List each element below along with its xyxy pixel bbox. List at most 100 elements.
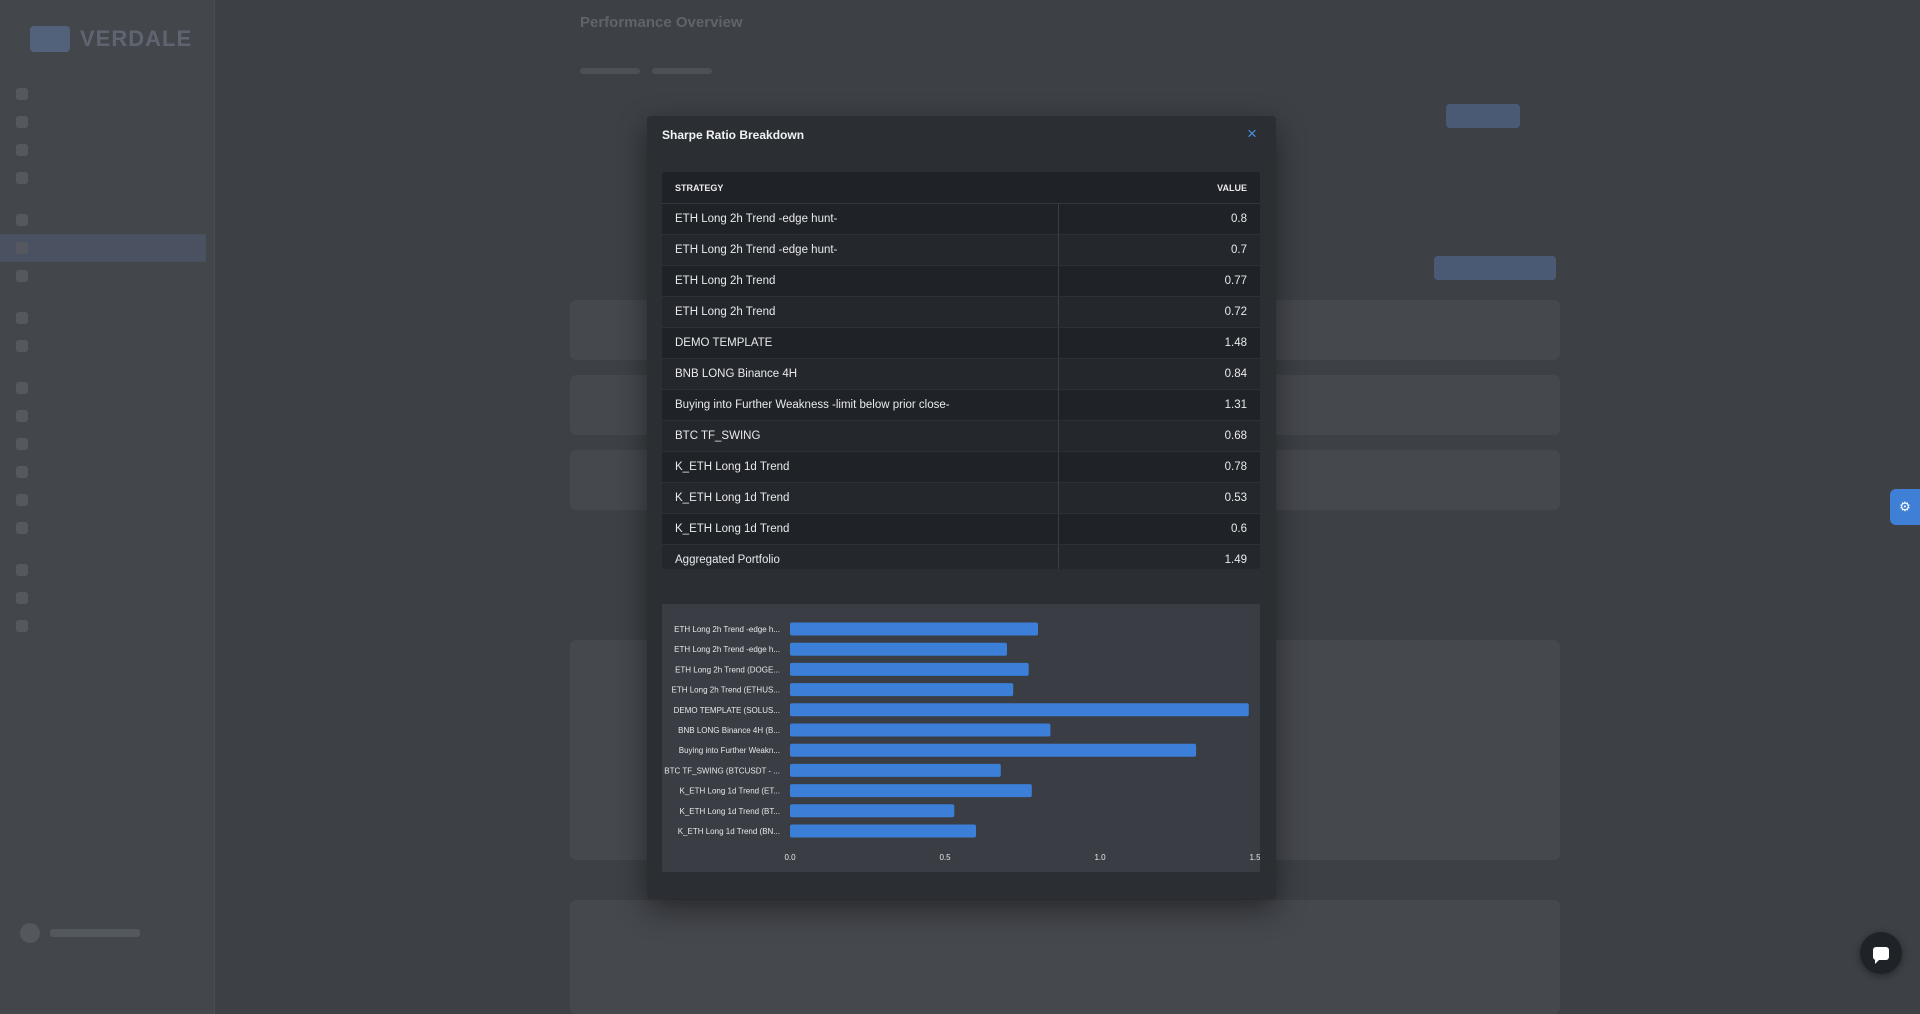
bar-category-label: ETH Long 2h Trend -edge h...	[674, 625, 780, 634]
table-row: Aggregated Portfolio 1.49	[662, 544, 1260, 569]
value-cell: 0.78	[1058, 451, 1260, 483]
bar[interactable]	[790, 804, 955, 818]
bg-button[interactable]	[1434, 256, 1556, 280]
sidebar-item[interactable]	[16, 486, 206, 514]
sharpe-table: STRATEGY VALUE ETH Long 2h Trend -edge h…	[662, 172, 1260, 569]
column-header-value[interactable]: VALUE	[1058, 172, 1260, 204]
sidebar-item[interactable]	[16, 332, 206, 360]
x-tick-label: 0.0	[784, 853, 796, 862]
bar-category-label: K_ETH Long 1d Trend (ET...	[680, 787, 781, 796]
sidebar-item[interactable]	[16, 80, 206, 108]
strategy-cell: ETH Long 2h Trend	[662, 265, 1059, 297]
sidebar-item[interactable]	[16, 458, 206, 486]
bar-category-label: Buying into Further Weakn...	[679, 746, 780, 755]
value-cell: 0.7	[1058, 234, 1260, 266]
sidebar-item[interactable]	[16, 402, 206, 430]
table-row: BTC TF_SWING 0.68	[662, 420, 1260, 452]
user-profile[interactable]	[20, 920, 200, 946]
sidebar-nav	[0, 80, 206, 640]
sharpe-ratio-modal: Sharpe Ratio Breakdown × STRATEGY VALUE …	[647, 116, 1276, 899]
strategy-cell: K_ETH Long 1d Trend	[662, 513, 1059, 545]
bar[interactable]	[790, 662, 1029, 676]
bg-button[interactable]	[1446, 104, 1520, 128]
x-tick-label: 0.5	[939, 853, 951, 862]
x-tick-label: 1.5	[1249, 853, 1260, 862]
x-tick-label: 1.0	[1094, 853, 1106, 862]
value-cell: 0.68	[1058, 420, 1260, 452]
logo-mark	[30, 26, 70, 52]
value-cell: 0.77	[1058, 265, 1260, 297]
page-title: Performance Overview	[580, 14, 743, 31]
bar-category-label: ETH Long 2h Trend -edge h...	[674, 645, 780, 654]
value-cell: 1.48	[1058, 327, 1260, 359]
tab-placeholder[interactable]	[580, 68, 640, 74]
strategy-cell: BTC TF_SWING	[662, 420, 1059, 452]
strategy-cell: Buying into Further Weakness -limit belo…	[662, 389, 1059, 421]
bar-category-label: DEMO TEMPLATE (SOLUS...	[674, 706, 780, 715]
value-cell: 0.53	[1058, 482, 1260, 514]
table-row: K_ETH Long 1d Trend 0.53	[662, 482, 1260, 514]
bar-chart-svg: ETH Long 2h Trend -edge h... ETH Long 2h …	[664, 622, 1260, 862]
strategy-cell: DEMO TEMPLATE	[662, 327, 1059, 359]
sidebar-item[interactable]	[16, 584, 206, 612]
value-cell: 0.6	[1058, 513, 1260, 545]
chat-icon[interactable]	[1860, 932, 1902, 974]
table-row: ETH Long 2h Trend -edge hunt- 0.7	[662, 234, 1260, 266]
table-row: ETH Long 2h Trend 0.72	[662, 296, 1260, 328]
strategy-cell: ETH Long 2h Trend -edge hunt-	[662, 234, 1059, 266]
value-cell: 0.72	[1058, 296, 1260, 328]
table-row: K_ETH Long 1d Trend 0.78	[662, 451, 1260, 483]
sidebar-item[interactable]	[16, 514, 206, 542]
bar[interactable]	[790, 824, 976, 838]
strategy-cell: Aggregated Portfolio	[662, 544, 1059, 569]
value-cell: 0.8	[1058, 203, 1260, 235]
sidebar-item-active[interactable]	[0, 234, 206, 262]
sidebar-item[interactable]	[16, 612, 206, 640]
sidebar-item[interactable]	[16, 374, 206, 402]
bar-category-label: ETH Long 2h Trend (DOGE...	[675, 665, 780, 674]
table-row: DEMO TEMPLATE 1.48	[662, 327, 1260, 359]
sidebar-item[interactable]	[16, 164, 206, 192]
table-body: ETH Long 2h Trend -edge hunt- 0.8 ETH Lon…	[662, 203, 1260, 569]
table-row: ETH Long 2h Trend 0.77	[662, 265, 1260, 297]
tab-placeholder[interactable]	[652, 68, 712, 74]
logo-text: VERDALE	[80, 26, 193, 51]
sidebar-item[interactable]	[16, 304, 206, 332]
table-row: ETH Long 2h Trend -edge hunt- 0.8	[662, 203, 1260, 235]
bar[interactable]	[790, 642, 1007, 656]
strategy-cell: BNB LONG Binance 4H	[662, 358, 1059, 390]
bar-category-label: K_ETH Long 1d Trend (BN...	[678, 827, 780, 836]
close-icon[interactable]: ×	[1244, 125, 1260, 142]
column-header-strategy[interactable]: STRATEGY	[662, 172, 1059, 204]
bar-category-label: ETH Long 2h Trend (ETHUS...	[672, 686, 781, 695]
sidebar-item[interactable]	[16, 108, 206, 136]
strategy-cell: ETH Long 2h Trend -edge hunt-	[662, 203, 1059, 235]
bar-category-label: K_ETH Long 1d Trend (BT...	[680, 807, 781, 816]
bar[interactable]	[790, 683, 1014, 697]
bar[interactable]	[790, 723, 1051, 737]
sharpe-bar-chart: ETH Long 2h Trend -edge h... ETH Long 2h …	[662, 604, 1260, 872]
bar[interactable]	[790, 622, 1038, 636]
sidebar-item[interactable]	[16, 556, 206, 584]
bar[interactable]	[790, 703, 1249, 717]
strategy-cell: K_ETH Long 1d Trend	[662, 482, 1059, 514]
bg-chart-card	[570, 900, 1560, 1014]
table-row: K_ETH Long 1d Trend 0.6	[662, 513, 1260, 545]
value-cell: 1.31	[1058, 389, 1260, 421]
sidebar: VERDALE	[0, 0, 215, 1014]
app-logo: VERDALE	[30, 26, 192, 52]
table-row: BNB LONG Binance 4H 0.84	[662, 358, 1260, 390]
bar[interactable]	[790, 743, 1197, 757]
bar-category-label: BNB LONG Binance 4H (B...	[678, 726, 780, 735]
bot-icon[interactable]: ⚙	[1890, 489, 1920, 525]
strategy-cell: ETH Long 2h Trend	[662, 296, 1059, 328]
sidebar-item[interactable]	[16, 430, 206, 458]
sidebar-item[interactable]	[16, 206, 206, 234]
bar[interactable]	[790, 763, 1001, 777]
sidebar-item[interactable]	[16, 136, 206, 164]
bar[interactable]	[790, 784, 1032, 798]
table-row: Buying into Further Weakness -limit belo…	[662, 389, 1260, 421]
modal-title: Sharpe Ratio Breakdown	[662, 128, 805, 142]
avatar	[20, 923, 40, 943]
sidebar-item[interactable]	[16, 262, 206, 290]
